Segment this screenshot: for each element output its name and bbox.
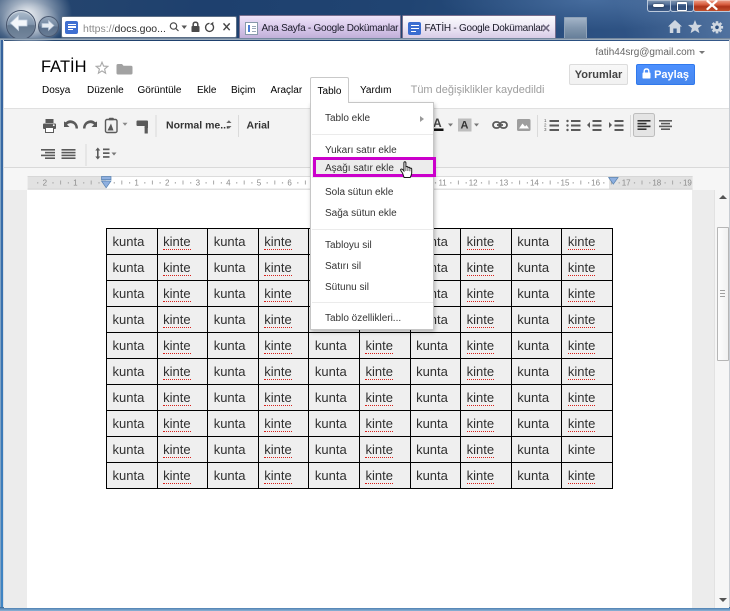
svg-text:Arial: Arial [247, 119, 270, 131]
svg-text:4: 4 [226, 178, 231, 187]
svg-text:A: A [461, 119, 469, 131]
svg-text:15: 15 [561, 178, 570, 187]
svg-text:19: 19 [683, 178, 692, 187]
svg-text:3: 3 [196, 178, 201, 187]
svg-text:Normal me...: Normal me... [166, 119, 229, 131]
svg-text:5: 5 [257, 178, 262, 187]
svg-text:16: 16 [591, 178, 600, 187]
svg-text:3: 3 [544, 127, 547, 132]
svg-text:1: 1 [73, 178, 78, 187]
svg-text:12: 12 [469, 178, 478, 187]
svg-text:2: 2 [165, 178, 170, 187]
svg-text:A: A [433, 116, 442, 130]
svg-text:18: 18 [652, 178, 661, 187]
svg-text:17: 17 [622, 178, 631, 187]
svg-text:1: 1 [134, 178, 139, 187]
svg-text:13: 13 [499, 178, 508, 187]
svg-text:14: 14 [530, 178, 539, 187]
svg-text:2: 2 [43, 178, 48, 187]
svg-text:6: 6 [287, 178, 292, 187]
svg-text:11: 11 [438, 178, 447, 187]
